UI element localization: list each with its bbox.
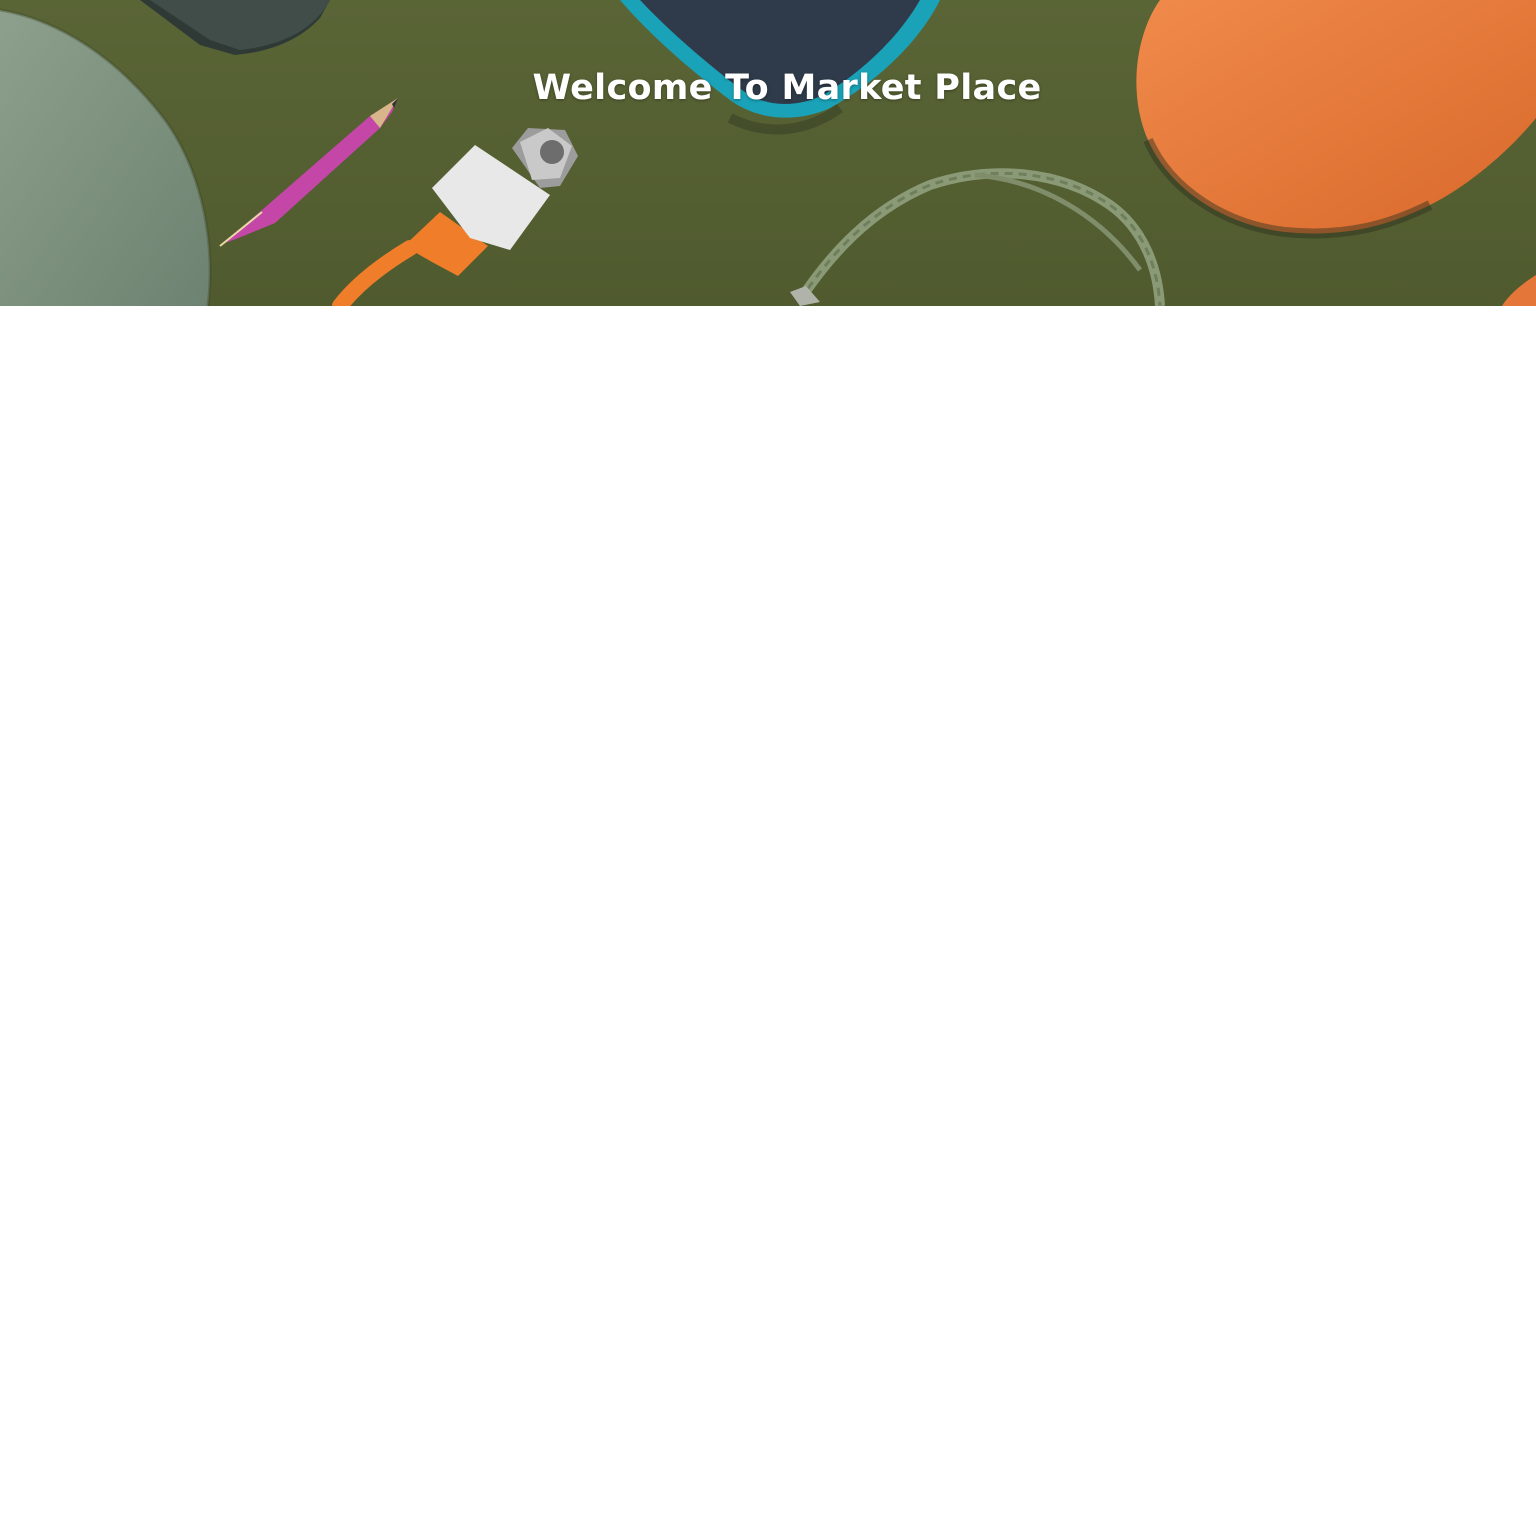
hero-banner-image (0, 0, 1536, 306)
hero-banner: Welcome To Market Place (0, 0, 1536, 306)
page-title: Welcome To Market Place (532, 68, 1042, 108)
page-body (0, 306, 1536, 1536)
